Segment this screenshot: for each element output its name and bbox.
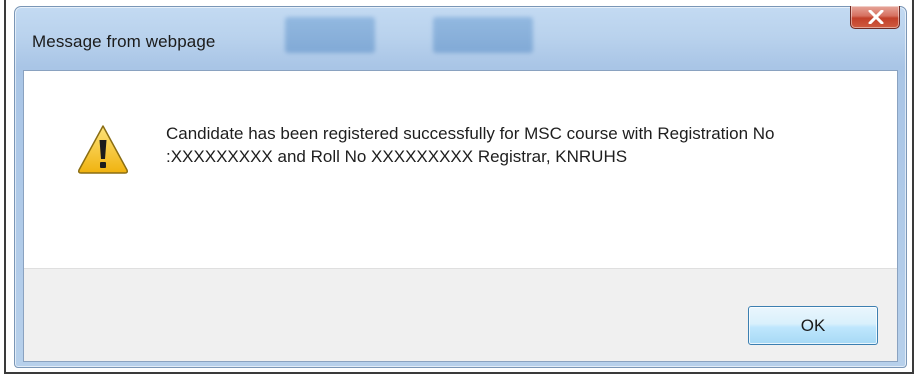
warning-icon (78, 125, 128, 174)
message-area: Candidate has been registered successful… (24, 71, 897, 268)
message-dialog: Message from webpage Candidate has been … (14, 6, 907, 368)
background-blur-bar (433, 17, 533, 53)
ok-button[interactable]: OK (748, 306, 878, 345)
screenshot-page: Message from webpage Candidate has been … (0, 0, 918, 378)
close-button[interactable] (850, 6, 900, 29)
close-icon (868, 10, 884, 24)
message-text: Candidate has been registered successful… (166, 124, 775, 166)
background-blur-bar (285, 17, 375, 53)
button-area: OK (24, 268, 897, 361)
dialog-body: Candidate has been registered successful… (23, 70, 898, 362)
dialog-title: Message from webpage (32, 32, 216, 51)
dialog-titlebar[interactable]: Message from webpage (15, 6, 906, 69)
